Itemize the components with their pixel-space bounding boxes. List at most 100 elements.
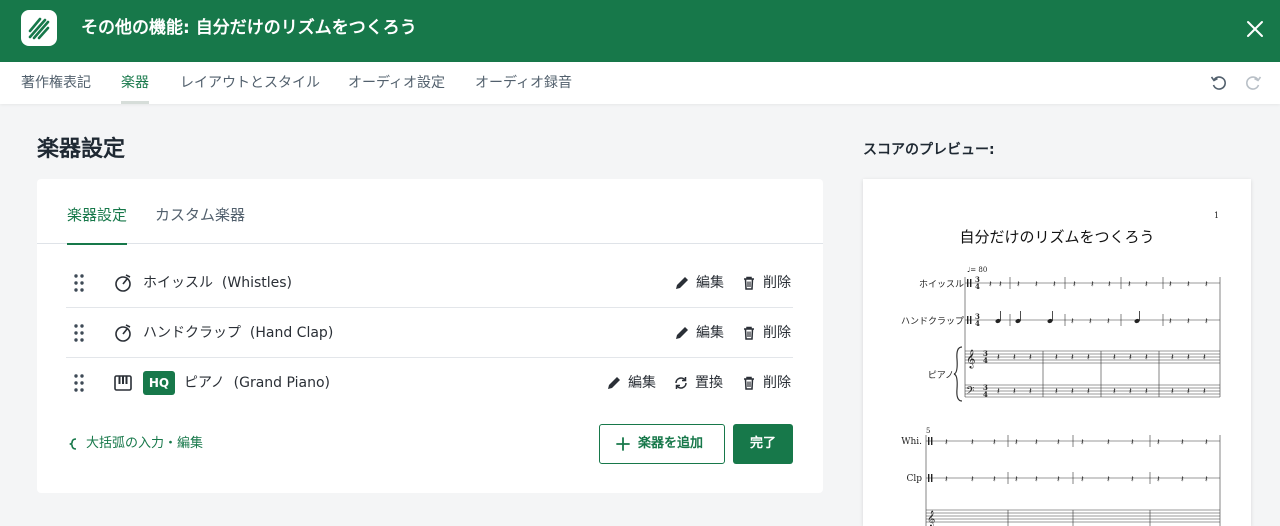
- subtab-instrument-settings[interactable]: 楽器設定: [67, 179, 128, 245]
- svg-text:𝄽: 𝄽: [1187, 317, 1190, 327]
- svg-text:𝄽: 𝄽: [1073, 280, 1076, 290]
- svg-text:𝄽: 𝄽: [1187, 280, 1190, 290]
- svg-text:𝄽: 𝄽: [1187, 353, 1190, 363]
- undo-icon[interactable]: [1209, 73, 1229, 93]
- section-heading: 楽器設定: [37, 137, 126, 162]
- svg-text:𝄢: 𝄢: [966, 385, 974, 400]
- main-tab-bar: 著作権表記 楽器 レイアウトとスタイル オーディオ設定 オーディオ録音: [0, 62, 1280, 104]
- preview-heading: スコアのプレビュー:: [863, 142, 995, 158]
- svg-text:𝄽: 𝄽: [1029, 353, 1032, 363]
- svg-text:𝄽: 𝄽: [945, 438, 948, 448]
- svg-text:𝄽: 𝄽: [945, 475, 948, 485]
- svg-text:𝄽: 𝄽: [1171, 387, 1174, 397]
- tab-instruments[interactable]: 楽器: [121, 62, 149, 104]
- svg-text:𝄽: 𝄽: [1017, 280, 1020, 290]
- svg-text:𝄽: 𝄽: [993, 475, 996, 485]
- svg-text:𝄽: 𝄽: [1071, 317, 1074, 327]
- delete-button[interactable]: 削除: [741, 308, 796, 358]
- svg-text:𝄽: 𝄽: [993, 438, 996, 448]
- add-instrument-button[interactable]: 楽器を追加: [599, 424, 725, 464]
- score-logo-icon: [21, 10, 57, 46]
- svg-text:𝄽: 𝄽: [1035, 280, 1038, 290]
- svg-text:𝄽: 𝄽: [1057, 475, 1060, 485]
- svg-text:𝄽: 𝄽: [1087, 387, 1090, 397]
- edit-button[interactable]: 編集: [674, 258, 729, 308]
- delete-button[interactable]: 削除: [741, 258, 796, 308]
- brace-icon: [69, 438, 77, 450]
- svg-text:𝄽: 𝄽: [1089, 317, 1092, 327]
- dialog-title: その他の機能: 自分だけのリズムをつくろう: [81, 18, 417, 38]
- edit-button[interactable]: 編集: [674, 308, 729, 358]
- svg-text:𝄽: 𝄽: [971, 438, 974, 448]
- staff-label: ハンドクラップ: [900, 317, 964, 327]
- tab-audio-recording[interactable]: オーディオ録音: [475, 62, 572, 104]
- instrument-name-en: (Hand Clap): [249, 325, 334, 341]
- svg-text:𝄽: 𝄽: [1169, 280, 1172, 290]
- svg-text:𝄽: 𝄽: [1055, 353, 1058, 363]
- svg-text:𝄽: 𝄽: [997, 387, 1000, 397]
- svg-text:𝄽: 𝄽: [1071, 353, 1074, 363]
- drag-handle-icon[interactable]: [74, 324, 84, 342]
- svg-text:𝄽: 𝄽: [1157, 475, 1160, 485]
- svg-text:𝄽: 𝄽: [1013, 353, 1016, 363]
- done-button[interactable]: 完了: [733, 424, 793, 464]
- svg-text:𝄽: 𝄽: [1203, 387, 1206, 397]
- replace-button[interactable]: 置換: [673, 358, 728, 408]
- svg-text:𝄽: 𝄽: [1053, 280, 1056, 290]
- staff-label: Clp: [906, 474, 922, 484]
- svg-text:𝄽: 𝄽: [1205, 317, 1208, 327]
- instrument-name: ホイッスル (Whistles): [143, 258, 292, 308]
- svg-text:𝄽: 𝄽: [1113, 353, 1116, 363]
- instrument-name-jp: ホイッスル: [143, 275, 213, 291]
- svg-text:4: 4: [983, 356, 988, 365]
- tab-layout-style[interactable]: レイアウトとスタイル: [180, 62, 320, 104]
- svg-text:𝄽: 𝄽: [1091, 280, 1094, 290]
- metronome-icon: [113, 273, 133, 293]
- header-bar: その他の機能: 自分だけのリズムをつくろう: [0, 0, 1280, 62]
- svg-text:𝄽: 𝄽: [1087, 353, 1090, 363]
- svg-text:𝄽: 𝄽: [1203, 353, 1206, 363]
- drag-handle-icon[interactable]: [74, 374, 84, 392]
- svg-text:𝄽: 𝄽: [1187, 387, 1190, 397]
- svg-text:𝄽: 𝄽: [1205, 475, 1208, 485]
- svg-text:𝄽: 𝄽: [1128, 280, 1131, 290]
- svg-text:𝄽: 𝄽: [1145, 353, 1148, 363]
- instrument-name-jp: ハンドクラップ: [143, 325, 241, 341]
- svg-text:𝄽: 𝄽: [1205, 438, 1208, 448]
- tab-copyright[interactable]: 著作権表記: [21, 62, 91, 104]
- pencil-icon: [608, 377, 620, 389]
- svg-text:𝄽: 𝄽: [1055, 387, 1058, 397]
- instrument-row: ハンドクラップ (Hand Clap) 編集 削除: [66, 308, 793, 358]
- svg-text:𝄽: 𝄽: [1015, 438, 1018, 448]
- svg-text:𝄽: 𝄽: [1169, 317, 1172, 327]
- tab-audio-settings[interactable]: オーディオ設定: [348, 62, 445, 104]
- close-icon[interactable]: [1243, 17, 1267, 41]
- drag-handle-icon[interactable]: [74, 274, 84, 292]
- svg-text:𝄽: 𝄽: [1107, 317, 1110, 327]
- pencil-icon: [676, 277, 688, 289]
- measure-number: 5: [926, 427, 931, 435]
- edit-button[interactable]: 編集: [606, 358, 661, 408]
- staff-label: ホイッスル: [918, 280, 964, 290]
- svg-text:𝄽: 𝄽: [1015, 475, 1018, 485]
- subtab-custom-instruments[interactable]: カスタム楽器: [155, 179, 245, 244]
- svg-text:𝄽: 𝄽: [1071, 387, 1074, 397]
- svg-text:𝄽: 𝄽: [1081, 438, 1084, 448]
- svg-text:𝄽: 𝄽: [1145, 280, 1148, 290]
- page-number: 1: [1214, 211, 1220, 220]
- instrument-subtabs: 楽器設定 カスタム楽器: [37, 179, 823, 245]
- redo-icon[interactable]: [1243, 73, 1263, 93]
- instrument-name-en: (Whistles): [221, 275, 293, 291]
- tempo-marking: ♩= 80: [967, 266, 988, 274]
- svg-text:𝄽: 𝄽: [1057, 438, 1060, 448]
- svg-text:𝄽: 𝄽: [1129, 387, 1132, 397]
- svg-text:𝄽: 𝄽: [1107, 475, 1110, 485]
- svg-text:𝄽: 𝄽: [1013, 387, 1016, 397]
- score-preview: 𝄞 𝄢 𝄞 34 34 34 34 𝄽 𝄽 𝄽 𝄽 𝄽 𝄽 𝄽 𝄽 𝄽 𝄽 𝄽 𝄽 𝄽 𝄽 𝄽 𝄽: [863, 179, 1251, 526]
- score-title: 自分だけのリズムをつくろう: [959, 228, 1155, 246]
- staff-label: ピアノ: [927, 371, 954, 381]
- svg-text:𝄽: 𝄽: [1181, 475, 1184, 485]
- delete-button[interactable]: 削除: [741, 358, 796, 408]
- svg-text:𝄽: 𝄽: [1029, 387, 1032, 397]
- svg-text:𝄽: 𝄽: [971, 475, 974, 485]
